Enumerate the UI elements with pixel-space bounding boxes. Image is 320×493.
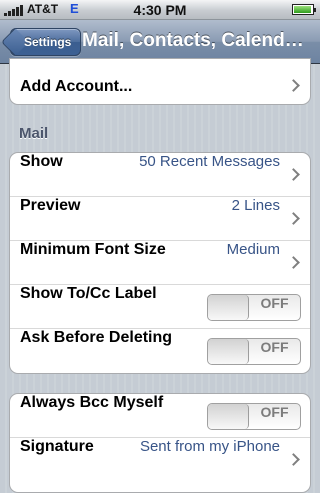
status-time: 4:30 PM xyxy=(133,2,187,18)
chevron-right-icon xyxy=(287,79,300,92)
show-to-cc-label: Show To/Cc Label xyxy=(20,285,157,302)
ask-before-deleting-label: Ask Before Deleting xyxy=(20,329,173,346)
add-account-row[interactable]: Add Account... xyxy=(10,59,310,104)
show-to-cc-toggle[interactable]: OFF xyxy=(207,294,301,321)
show-to-cc-row: Show To/Cc Label OFF xyxy=(10,285,310,329)
minimum-font-size-label: Minimum Font Size xyxy=(20,241,166,258)
toggle-knob[interactable] xyxy=(208,295,249,320)
always-bcc-row: Always Bcc Myself OFF xyxy=(10,394,310,438)
compose-settings-group: Always Bcc Myself OFF Signature Sent fro… xyxy=(9,393,311,493)
status-bar: AT&T E 4:30 PM xyxy=(0,0,320,20)
minimum-font-size-value: Medium xyxy=(226,241,280,258)
signature-row[interactable]: Signature Sent from my iPhone xyxy=(10,438,310,482)
toggle-state: OFF xyxy=(260,339,289,355)
toggle-state: OFF xyxy=(260,295,289,311)
add-account-label: Add Account... xyxy=(20,78,133,95)
preview-label: Preview xyxy=(20,197,81,214)
minimum-font-size-row[interactable]: Minimum Font Size Medium xyxy=(10,241,310,285)
show-label: Show xyxy=(20,153,63,170)
toggle-knob[interactable] xyxy=(208,404,249,429)
settings-back-button[interactable]: Settings xyxy=(10,28,82,56)
always-bcc-toggle[interactable]: OFF xyxy=(207,403,301,430)
toggle-knob[interactable] xyxy=(208,339,249,364)
show-value: 50 Recent Messages xyxy=(139,153,280,170)
page-title: Mail, Contacts, Calend… xyxy=(82,30,304,51)
accounts-group: Add Account... xyxy=(9,58,311,105)
chevron-right-icon xyxy=(287,256,300,269)
preview-row[interactable]: Preview 2 Lines xyxy=(10,197,310,241)
mail-section-header: Mail xyxy=(19,125,49,142)
ask-before-deleting-row: Ask Before Deleting OFF xyxy=(10,329,310,373)
signature-value: Sent from my iPhone xyxy=(139,438,280,455)
preview-value: 2 Lines xyxy=(231,197,280,214)
always-bcc-label: Always Bcc Myself xyxy=(20,394,164,411)
mail-settings-group: Show 50 Recent Messages Preview 2 Lines … xyxy=(9,152,311,374)
signature-label: Signature xyxy=(20,438,94,455)
ask-before-deleting-toggle[interactable]: OFF xyxy=(207,338,301,365)
battery-icon xyxy=(292,4,316,15)
chevron-right-icon xyxy=(287,212,300,225)
toggle-state: OFF xyxy=(260,404,289,420)
chevron-right-icon xyxy=(287,168,300,181)
chevron-right-icon xyxy=(287,453,300,466)
back-button-label: Settings xyxy=(24,35,72,49)
show-row[interactable]: Show 50 Recent Messages xyxy=(10,153,310,197)
